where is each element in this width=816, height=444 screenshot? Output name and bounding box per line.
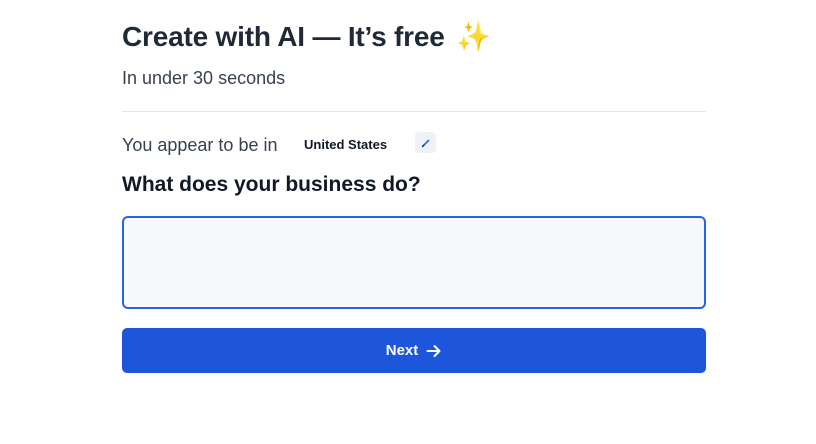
business-description-input[interactable] [122, 216, 706, 309]
divider [122, 111, 706, 112]
page-title: Create with AI — It’s free ✨ [122, 20, 491, 53]
sparkles-icon: ✨ [456, 21, 491, 52]
location-label: You appear to be in [122, 135, 278, 155]
page-subtitle: In under 30 seconds [122, 68, 286, 88]
pencil-icon [421, 139, 429, 147]
business-question: What does your business do? [122, 173, 421, 196]
arrow-right-icon [426, 344, 441, 357]
edit-country-button[interactable] [415, 132, 436, 153]
page-title-text: Create with AI — It’s free [122, 21, 445, 52]
location-row: You appear to be in United States [122, 132, 706, 158]
next-button-label: Next [385, 342, 419, 359]
country-value: United States [304, 137, 388, 152]
next-button[interactable]: Next [122, 328, 706, 373]
